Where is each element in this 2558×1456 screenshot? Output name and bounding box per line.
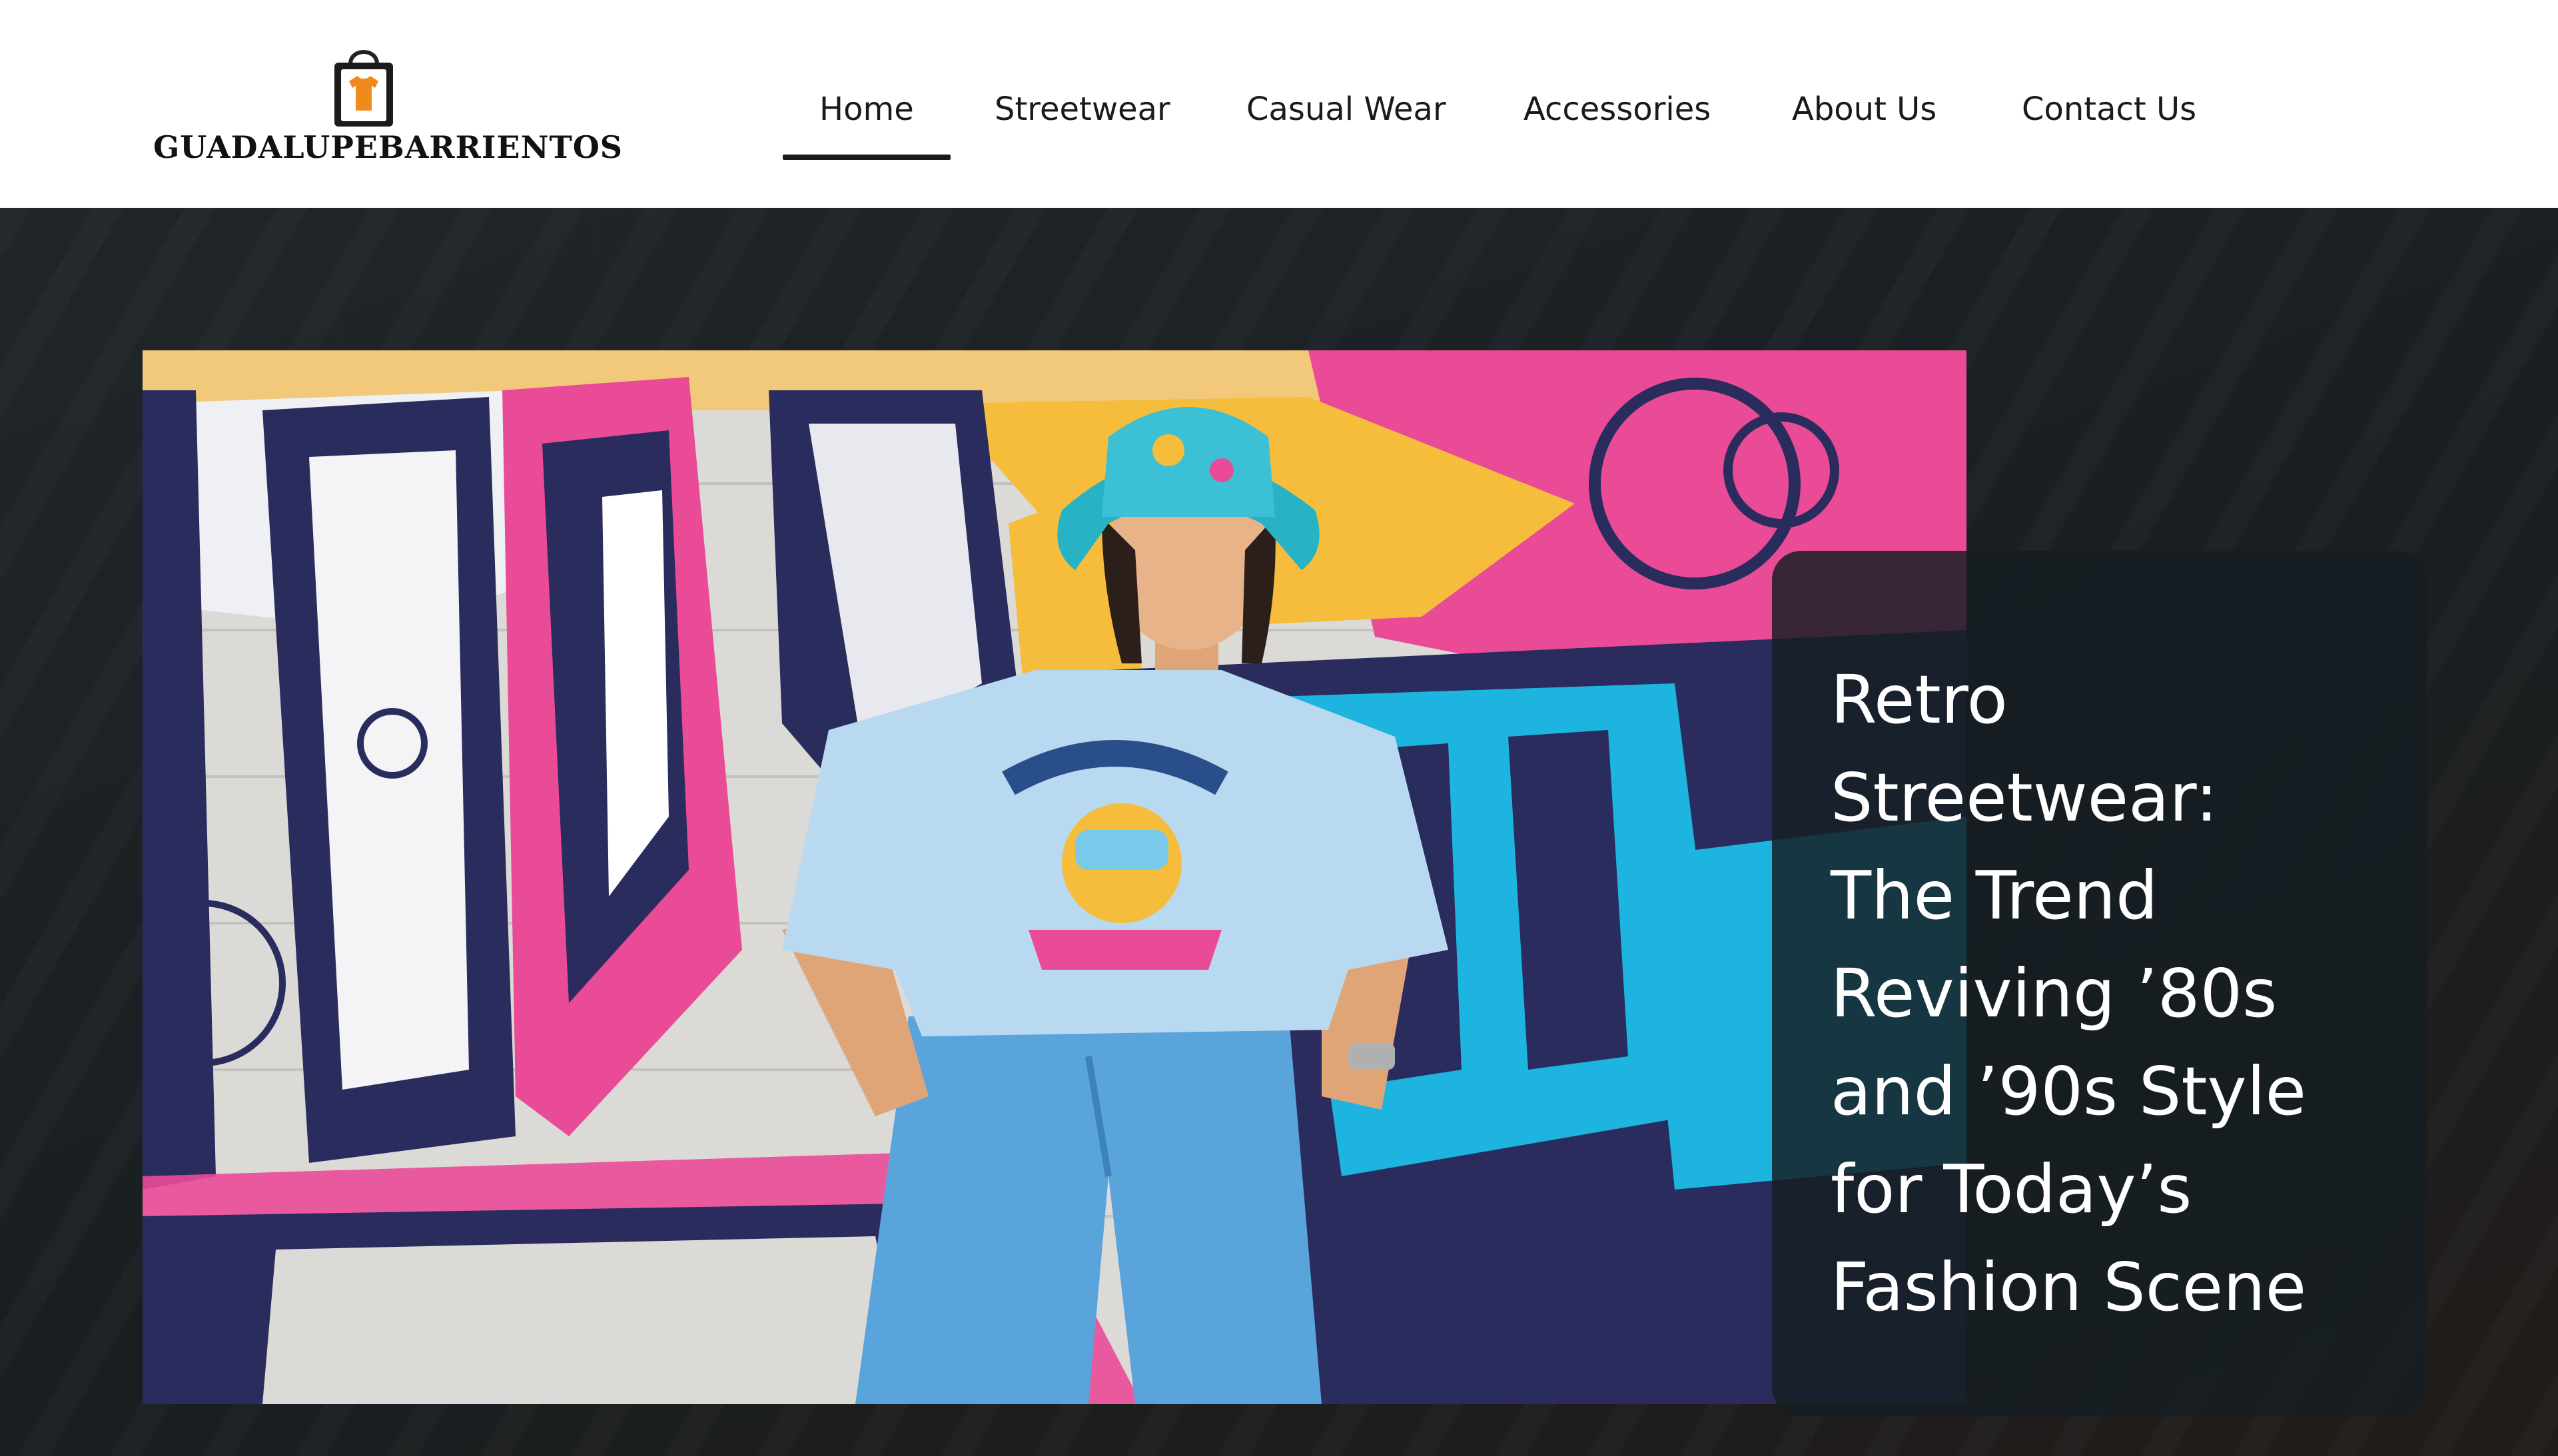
hero-title-line: Retro <box>1831 661 2008 739</box>
site-logo[interactable]: GUADALUPEBARRIENTOS <box>153 44 624 171</box>
shopping-bag-tshirt-icon <box>328 44 400 129</box>
brand-name: GUADALUPEBARRIENTOS <box>153 129 624 165</box>
nav-item-home[interactable]: Home <box>783 67 951 160</box>
hero-title: Retro Streetwear: The Trend Reviving ’80… <box>1831 651 2417 1336</box>
nav-item-accessories[interactable]: Accessories <box>1523 67 1711 160</box>
hero-title-line: The Trend <box>1831 857 2158 934</box>
hero-image <box>143 350 1966 1404</box>
hero-title-line: Reviving ’80s <box>1831 954 2278 1032</box>
nav-item-contact-us[interactable]: Contact Us <box>2022 67 2196 160</box>
hero-title-line: Streetwear: <box>1831 759 2218 837</box>
site-header: GUADALUPEBARRIENTOS Home Streetwear Casu… <box>0 0 2558 208</box>
hero-title-line: and ’90s Style <box>1831 1052 2307 1130</box>
hero-title-card: Retro Streetwear: The Trend Reviving ’80… <box>1772 551 2427 1417</box>
nav-item-about-us[interactable]: About Us <box>1792 67 1936 160</box>
hero-title-line: for Today’s <box>1831 1150 2192 1228</box>
nav-item-casual-wear[interactable]: Casual Wear <box>1246 67 1446 160</box>
nav-item-streetwear[interactable]: Streetwear <box>995 67 1170 160</box>
hero-section: Retro Streetwear: The Trend Reviving ’80… <box>0 208 2558 1456</box>
hero-title-line: Fashion Scene <box>1831 1248 2307 1326</box>
